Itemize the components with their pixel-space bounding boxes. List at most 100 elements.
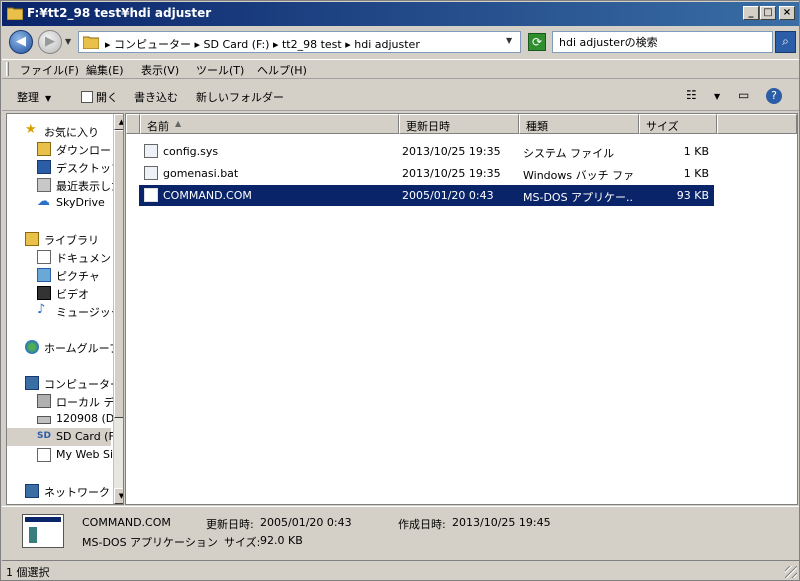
chevron-down-icon: ▼: [45, 94, 52, 103]
nav-label: ミュージック: [56, 306, 122, 319]
column-size[interactable]: サイズ: [639, 114, 717, 134]
file-size: 93 KB: [676, 189, 709, 202]
web-sites-icon: [37, 448, 51, 462]
search-box[interactable]: [552, 31, 773, 53]
nav-pictures[interactable]: ピクチャ: [7, 266, 111, 284]
file-name: config.sys: [163, 145, 219, 158]
file-row-selected[interactable]: COMMAND.COM 2005/01/20 0:43 MS-DOS アプリケー…: [139, 185, 714, 206]
address-dropdown[interactable]: ▼: [506, 36, 512, 45]
address-field[interactable]: ▸ コンピューター ▸ SD Card (F:) ▸ tt2_98 test ▸…: [78, 31, 521, 53]
nav-sd-card[interactable]: SD SD Card (F:): [7, 428, 122, 446]
network-icon: [25, 484, 39, 498]
details-type: MS-DOS アプリケーション: [82, 536, 218, 549]
nav-homegroup[interactable]: ホームグループ: [7, 338, 120, 356]
file-type: Windows バッチ ファ...: [523, 169, 633, 182]
minimize-button[interactable]: _: [743, 6, 759, 20]
menu-file[interactable]: ファイル(F): [20, 62, 79, 78]
file-row[interactable]: config.sys 2013/10/25 19:35 システム ファイル 1 …: [139, 141, 714, 162]
file-size: 1 KB: [683, 167, 709, 180]
menu-help[interactable]: ヘルプ(H): [257, 62, 307, 78]
details-modified-label: 更新日時:: [206, 518, 254, 531]
refresh-button[interactable]: ⟳: [528, 33, 546, 51]
details-modified: 2005/01/20 0:43: [260, 516, 352, 529]
nav-libraries[interactable]: ライブラリ: [7, 230, 111, 248]
nav-network[interactable]: ネットワーク: [7, 482, 111, 500]
address-bar: ◀ ▶ ▼ ▸ コンピューター ▸ SD Card (F:) ▸ tt2_98 …: [2, 27, 799, 57]
nav-videos[interactable]: ビデオ: [7, 284, 111, 302]
nav-drive-d[interactable]: 120908 (D:): [7, 410, 122, 428]
file-name: COMMAND.COM: [163, 189, 252, 202]
new-folder-label: 新しいフォルダー: [196, 91, 284, 104]
open-button[interactable]: 開く: [81, 89, 118, 105]
file-size: 1 KB: [683, 145, 709, 158]
nav-skydrive[interactable]: ☁ SkyDrive: [7, 194, 111, 212]
nav-music[interactable]: ♪ ミュージック: [7, 302, 122, 320]
maximize-button[interactable]: □: [760, 6, 776, 20]
drive-icon: [37, 394, 51, 408]
settings-file-icon: [144, 144, 158, 158]
view-dropdown-icon[interactable]: ▼: [714, 92, 720, 101]
menu-bar: ファイル(F) 編集(E) 表示(V) ツール(T) ヘルプ(H): [2, 59, 799, 79]
nav-label: ネットワーク: [44, 486, 110, 499]
scroll-down-button[interactable]: ▼: [114, 488, 123, 504]
column-filler: [717, 114, 797, 134]
nav-documents[interactable]: ドキュメント: [7, 248, 122, 266]
new-folder-button[interactable]: 新しいフォルダー: [196, 89, 284, 105]
menu-edit[interactable]: 編集(E): [86, 62, 124, 78]
command-bar: 整理 ▼ 開く 書き込む 新しいフォルダー ☷ ▼ ▭ ?: [2, 81, 799, 111]
details-pane: COMMAND.COM 更新日時: 2005/01/20 0:43 作成日時: …: [2, 506, 799, 560]
nav-label: ピクチャ: [56, 270, 100, 283]
file-row[interactable]: gomenasi.bat 2013/10/25 19:35 Windows バッ…: [139, 163, 714, 184]
nav-label: ライブラリ: [44, 234, 99, 247]
menu-grip: [6, 62, 9, 76]
search-input[interactable]: [559, 33, 769, 51]
nav-desktop[interactable]: デスクトップ: [7, 158, 122, 176]
dos-app-icon: [144, 188, 158, 202]
nav-favorites[interactable]: ★ お気に入り: [7, 122, 111, 140]
nav-recent-places[interactable]: 最近表示した場所: [7, 176, 123, 194]
column-label: 名前: [147, 120, 169, 133]
search-button[interactable]: ⌕: [775, 31, 796, 53]
optical-drive-icon: [37, 416, 51, 424]
organize-button[interactable]: 整理 ▼: [17, 89, 51, 105]
nav-computer[interactable]: コンピューター: [7, 374, 121, 392]
video-icon: [37, 286, 51, 300]
preview-pane-icon[interactable]: ▭: [738, 88, 749, 102]
title-bar: F:¥tt2_98 test¥hdi adjuster _ □ ×: [2, 2, 799, 26]
explorer-window: F:¥tt2_98 test¥hdi adjuster _ □ × ◀ ▶ ▼ …: [0, 0, 800, 581]
burn-button[interactable]: 書き込む: [134, 89, 178, 105]
file-modified: 2013/10/25 19:35: [402, 167, 501, 180]
dos-app-icon: [22, 514, 64, 548]
nav-my-web-sites[interactable]: My Web Sites: [7, 446, 123, 464]
column-name[interactable]: 名前 ▲: [140, 114, 399, 134]
nav-label: お気に入り: [44, 126, 99, 139]
view-options-icon[interactable]: ☷: [686, 88, 697, 102]
column-modified[interactable]: 更新日時: [399, 114, 519, 134]
scroll-up-button[interactable]: ▲: [114, 114, 123, 130]
back-button[interactable]: ◀: [9, 30, 33, 54]
column-type[interactable]: 種類: [519, 114, 639, 134]
batch-file-icon: [144, 166, 158, 180]
resize-grip[interactable]: [785, 566, 797, 578]
forward-button[interactable]: ▶: [38, 30, 62, 54]
nav-label: コンピューター: [44, 378, 121, 391]
column-label: サイズ: [646, 120, 679, 133]
folder-icon: [83, 36, 99, 49]
sort-up-icon: ▲: [175, 119, 182, 128]
close-button[interactable]: ×: [779, 6, 795, 20]
menu-tools[interactable]: ツール(T): [196, 62, 244, 78]
breadcrumb[interactable]: ▸ コンピューター ▸ SD Card (F:) ▸ tt2_98 test ▸…: [105, 36, 420, 52]
folder-icon: [7, 7, 23, 20]
column-spacer: [126, 114, 140, 134]
menu-view[interactable]: 表示(V): [141, 62, 179, 78]
library-icon: [25, 232, 39, 246]
nav-scrollbar[interactable]: ▲ ▼: [113, 114, 123, 504]
recent-pages-dropdown[interactable]: ▼: [65, 37, 71, 46]
help-icon[interactable]: ?: [766, 88, 782, 104]
nav-label: ビデオ: [56, 288, 89, 301]
nav-local-disk[interactable]: ローカル ディスク: [7, 392, 123, 410]
arrow-left-icon: ◀: [16, 34, 26, 49]
scroll-thumb[interactable]: [114, 130, 123, 418]
nav-downloads[interactable]: ダウンロード: [7, 140, 122, 158]
music-icon: ♪: [37, 302, 46, 317]
